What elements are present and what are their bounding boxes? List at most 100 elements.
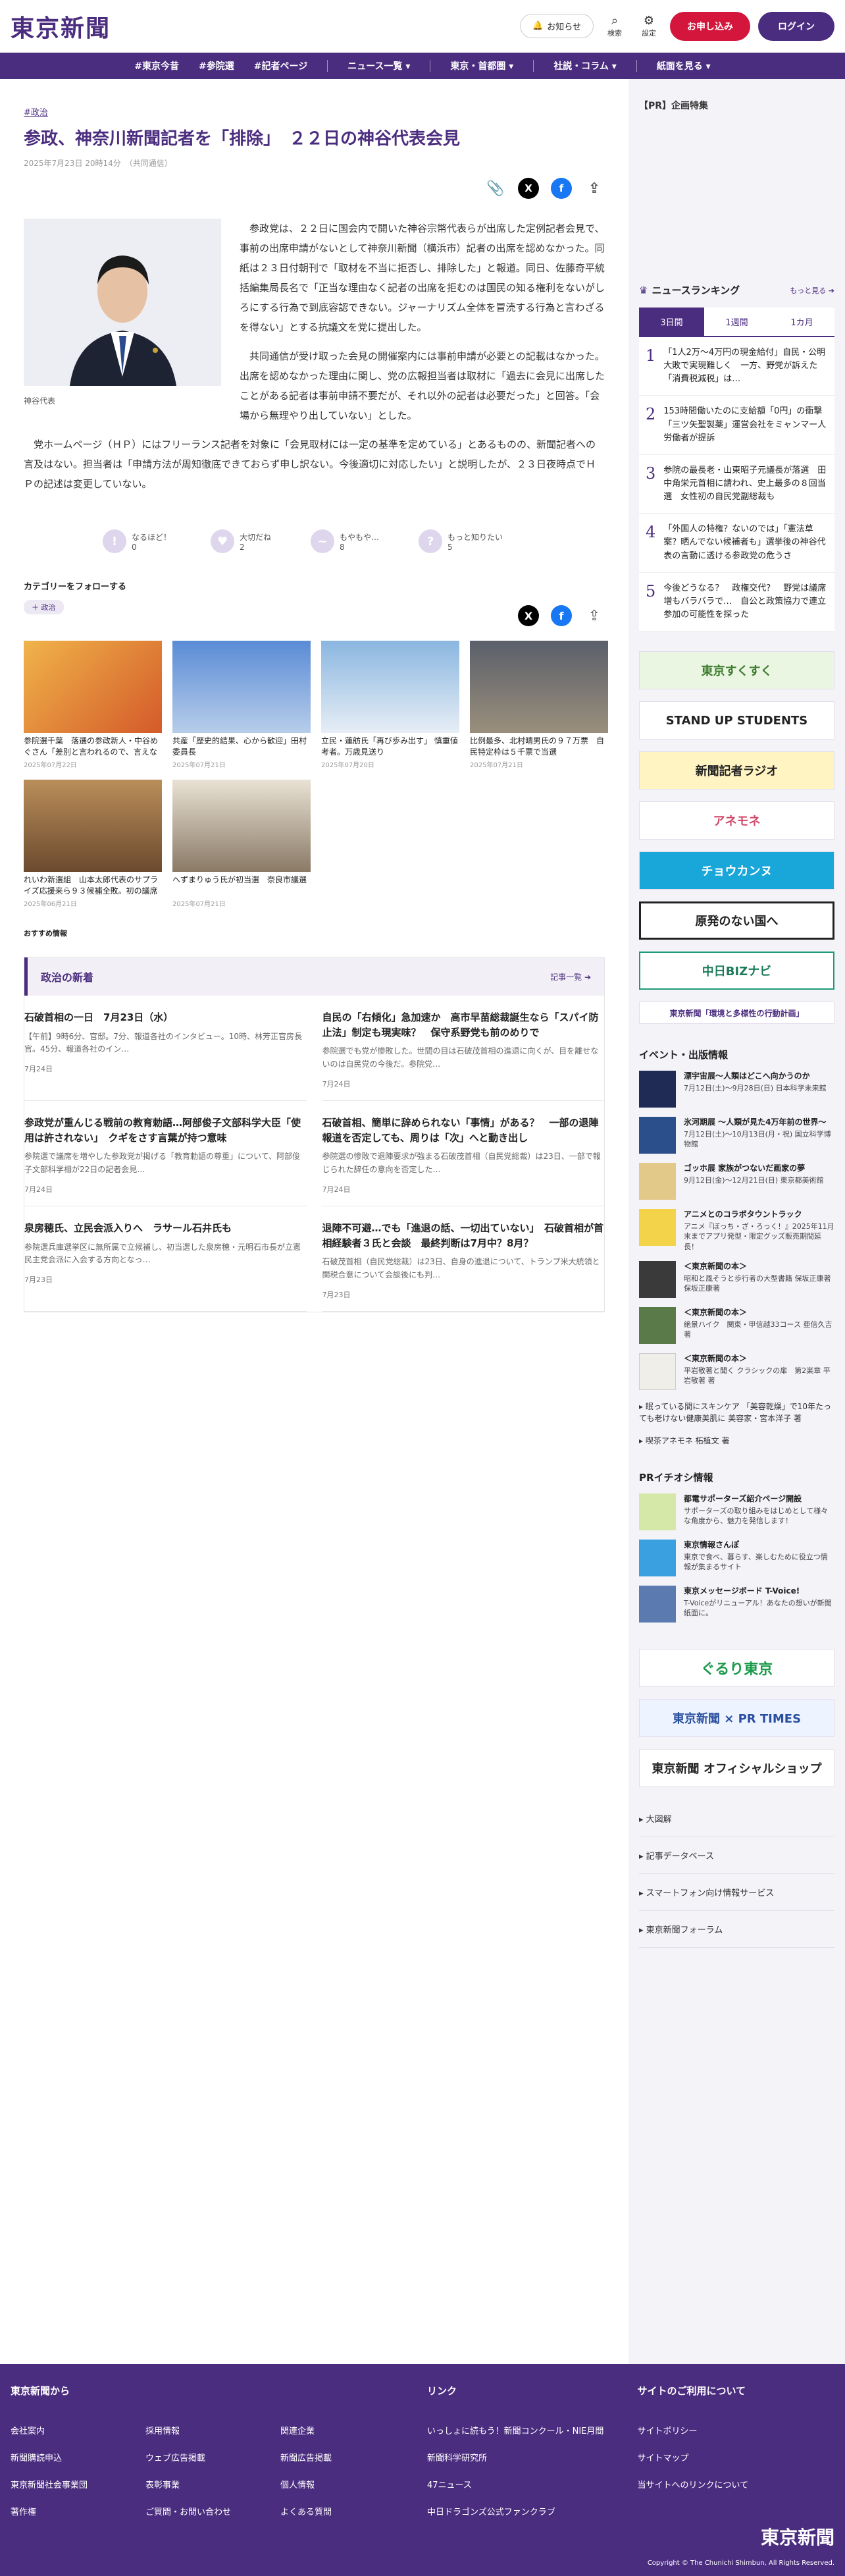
pr-item[interactable]: 都電サポーターズ紹介ページ開設 サポーターズの取り組みをはじめとして様々な角度から… [639,1493,834,1531]
politics-news-item[interactable]: 石破首相の一日 7月23日（水） 【午前】9時6分、官邸。7分、報道各社のインタ… [24,996,307,1102]
promo-link[interactable]: ▸ 喫茶アネモネ 柘植文 著 [639,1435,834,1447]
nav-item[interactable]: #東京今昔 [134,59,179,72]
banner-radio[interactable]: 新聞記者ラジオ [639,751,834,790]
banner-standup[interactable]: STAND UP STUDENTS [639,701,834,740]
facebook-share-icon[interactable]: f [551,605,572,627]
share-icon[interactable]: ⇪ [584,605,605,626]
politics-news-item[interactable]: 退陣不可避…でも「進退の話、一切出ていない」 石破首相が首相経験者３氏と会談 最… [322,1206,604,1312]
event-item[interactable]: ＜東京新聞の本＞ 平岩敬著と聞く クラシックの扉 第2楽章 平岩敬著 著 [639,1353,834,1391]
footer-link[interactable]: 新聞科学研究所 [427,2451,637,2463]
event-item[interactable]: 漂宇宙展〜人類はどこへ向かうのか 7月12日(土)〜9月28日(日) 日本科学未来… [639,1071,834,1108]
nav-item[interactable]: ニュース一覧 ▾ [347,59,410,72]
footer-link[interactable]: 関連企業 [280,2424,415,2436]
article-tag[interactable]: #政治 [24,105,605,118]
footer-link[interactable]: サイトマップ [637,2451,834,2463]
politics-news-item[interactable]: 泉房穂氏、立民会派入りへ ラサール石井氏も 参院選兵庫選挙区に無所属で立候補し、… [24,1206,307,1312]
banner-gururi[interactable]: ぐるり東京 [639,1649,834,1688]
banner-environment[interactable]: 東京新聞「環境と多様性の行動計画」 [639,1002,834,1025]
tab-3days[interactable]: 3日間 [639,308,704,336]
side-link[interactable]: ▸ 大図解 [639,1800,834,1838]
nav-item[interactable]: 社説・コラム ▾ [553,59,616,72]
site-logo[interactable]: 東京新聞 [11,9,111,43]
related-card[interactable]: 共産「歴史的結果、心から歓迎」田村委員長 2025年07月21日 [172,641,311,769]
ranking-item[interactable]: 3 参院の最長老・山東昭子元議長が落選 田中角栄元首相に請われ、史上最多の８回当選… [639,454,834,514]
x-share-icon[interactable]: X [518,605,539,627]
related-card[interactable]: へずまりゅう氏が初当選 奈良市議選 2025年07月21日 [172,780,311,908]
politics-news-item[interactable]: 石破首相、簡単に辞められない「事情」がある？ 一部の退陣報道を否定しても、周りは… [322,1101,604,1207]
footer-link[interactable]: 東京新聞社会事業団 [11,2478,145,2490]
article-body: 神谷代表 参政党は、２２日に国会内で開いた神谷宗幣代表らが出席した定例記者会見で… [24,219,605,503]
related-card[interactable]: 参院選千葉 落選の参政新人・中谷めぐさん「差別と言われるので、言えなかった」選挙… [24,641,162,769]
side-link[interactable]: ▸ 東京新聞フォーラム [639,1911,834,1948]
footer-link[interactable]: 新聞広告掲載 [280,2451,415,2463]
ranking-item[interactable]: 5 今後どうなる？ 政権交代？ 野党は議席増もバラバラで… 自公と政策協力で連立参… [639,572,834,632]
banner-sukusuku[interactable]: 東京すくすく [639,651,834,690]
footer-heading: サイトのご利用について [637,2385,746,2397]
footer-link[interactable]: 47ニュース [427,2478,637,2490]
footer-link[interactable]: 個人情報 [280,2478,415,2490]
ranking-header: ♛ ニュースランキング もっと見る ➔ [639,284,834,297]
event-item[interactable]: 氷河期展 〜人類が見た4万年前の世界〜 7月12日(土)〜10月13日(月・祝) … [639,1117,834,1154]
paperclip-icon[interactable]: 📎 [485,178,506,199]
reaction-moyamoya[interactable]: ~ もやもや… 8 [311,529,379,554]
nav-item[interactable]: #記者ページ [254,59,307,72]
related-card[interactable]: 比例最多、北村晴男氏の９７万票 自民特定枠は５千票で当選 2025年07月21日 [470,641,608,769]
promo-link[interactable]: ▸ 眠っている間にスキンケア 「美容乾燥」で10年たっても老けない健康美肌に 美… [639,1401,834,1424]
ranking-item[interactable]: 1 「1人2万〜4万円の現金給付」自民・公明大敗で実現難しく 一方、野党が訴えた「… [639,337,834,396]
side-link[interactable]: ▸ スマートフォン向け情報サービス [639,1874,834,1912]
politics-more-link[interactable]: 記事一覧 ➔ [550,971,591,982]
related-card[interactable]: れいわ新選組 山本太郎代表のサプライズ応援来ら９３候補全敗。初の議席獲得ならず … [24,780,162,908]
footer-link[interactable]: よくある質問 [280,2505,415,2517]
ranking-item[interactable]: 2 153時間働いたのに支給額「0円」の衝撃「三ツ矢聖製薬」運営会社をミャンマー人… [639,396,834,455]
event-item[interactable]: ＜東京新聞の本＞ 絶景ハイク 関東・甲信越33コース 亜信久吉 著 [639,1307,834,1345]
footer-link[interactable]: ウェブ広告掲載 [145,2451,280,2463]
facebook-share-icon[interactable]: f [551,178,572,200]
photo-caption: 神谷代表 [24,396,56,406]
banner-bizunavi[interactable]: 中日BIZナビ [639,952,834,990]
pr-item[interactable]: 東京メッセージボード T-Voice! T-Voiceがリニューアル！あなたの想い… [639,1586,834,1623]
footer-link[interactable]: ご質問・お問い合わせ [145,2505,280,2517]
event-item[interactable]: アニメとのコラボタウントラック アニメ『ぼっち・ざ・ろっく！』2025年11月末ま… [639,1209,834,1252]
category-chip-politics[interactable]: ＋ 政治 [24,600,64,615]
banner-chokanne[interactable]: チョウカンヌ [639,851,834,890]
event-item[interactable]: ゴッホ展 家族がつないだ画家の夢 9月12日(金)〜12月21日(日) 東京都美術… [639,1163,834,1200]
pr-item[interactable]: 東京情報さんぽ 東京で食べ、暮らす、楽しむために役立つ情報が集まるサイト [639,1540,834,1577]
footer-link[interactable]: 会社案内 [11,2424,145,2436]
footer-link[interactable]: サイトポリシー [637,2424,834,2436]
politics-news-item[interactable]: 自民の「右傾化」急加速か 高市早苗総裁誕生なら「スパイ防止法」制定も現実味？ 保… [322,996,604,1102]
login-button[interactable]: ログイン [758,11,834,41]
footer-link[interactable]: 著作権 [11,2505,145,2517]
footer-link[interactable]: 表彰事業 [145,2478,280,2490]
politics-news-item[interactable]: 参政党が重んじる戦前の教育勅語…阿部俊子文部科学大臣「使用は許されない」 クギを… [24,1101,307,1207]
notice-button[interactable]: 🔔 お知らせ [520,14,594,38]
nav-item[interactable]: 東京・首都圏 ▾ [450,59,513,72]
related-card[interactable]: 立民・蓮舫氏「再び歩み出す」 慎重値考者。万歳見送り 2025年07月20日 [321,641,459,769]
ranking-more-link[interactable]: もっと見る ➔ [790,285,834,296]
footer-link[interactable]: いっしょに読もう！新聞コンクール・NIE月間 [427,2424,637,2436]
reaction-naruhodo[interactable]: ! なるほど！ 0 [103,529,171,554]
article-photo[interactable] [24,219,221,387]
share-icon[interactable]: ⇪ [584,178,605,199]
banner-prtimes[interactable]: 東京新聞 × PR TIMES [639,1699,834,1738]
search-button[interactable]: ⌕ 検索 [602,14,628,38]
reaction-taisetsu[interactable]: ♥ 大切だね 2 [211,529,271,554]
banner-shop[interactable]: 東京新聞 オフィシャルショップ [639,1749,834,1788]
reaction-motto[interactable]: ? もっと知りたい 5 [419,529,503,554]
tab-1week[interactable]: 1週間 [704,308,769,336]
nav-item[interactable]: 紙面を見る ▾ [657,59,711,72]
x-share-icon[interactable]: X [518,178,539,200]
side-link[interactable]: ▸ 記事データベース [639,1837,834,1875]
footer-link[interactable]: 新聞購読申込 [11,2451,145,2463]
banner-genpatsu[interactable]: 原発のない国へ [639,901,834,940]
tab-1month[interactable]: 1カ月 [769,308,834,336]
footer-link[interactable]: 採用情報 [145,2424,280,2436]
banner-anemone[interactable]: アネモネ [639,801,834,840]
footer-link[interactable]: 中日ドラゴンズ公式ファンクラブ [427,2505,637,2517]
settings-button[interactable]: ⚙ 設定 [636,14,662,38]
event-item[interactable]: ＜東京新聞の本＞ 昭和と風そうと歩行者の大型書籍 保坂正康著 保坂正康著 [639,1261,834,1299]
ranking-item[interactable]: 4 「外国人の特権？ないのでは」「憲法草案？晒んでない候補者も」選挙後の神谷代表の… [639,514,834,573]
footer-logo[interactable]: 東京新聞 [761,2523,834,2550]
footer-link[interactable]: 当サイトへのリンクについて [637,2478,834,2490]
nav-item[interactable]: #参院選 [199,59,234,72]
apply-button[interactable]: お申し込み [670,11,750,41]
